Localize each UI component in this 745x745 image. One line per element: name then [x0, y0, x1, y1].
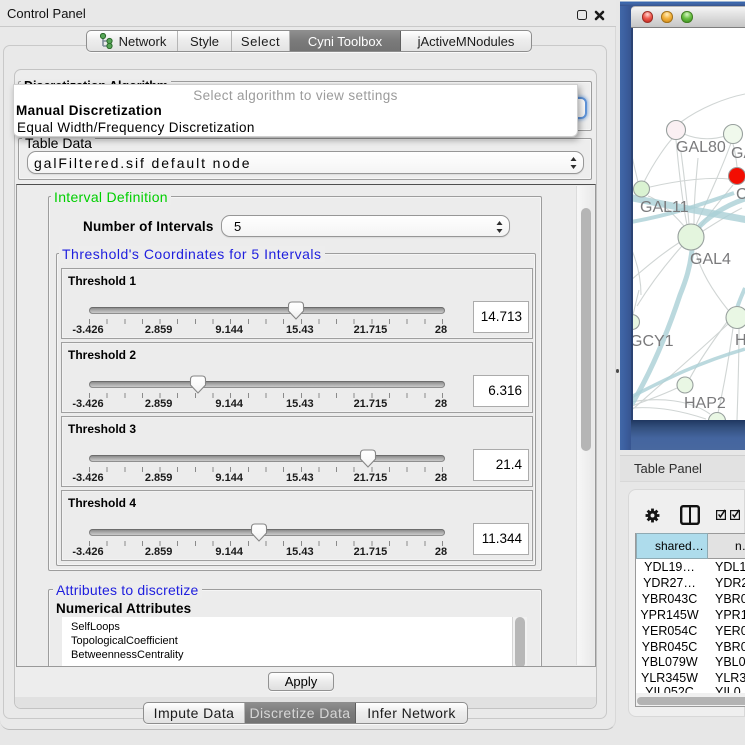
svg-text:GCY1: GCY1: [631, 333, 674, 350]
svg-text:GA: GA: [731, 145, 745, 162]
svg-text:GAL80: GAL80: [676, 139, 726, 156]
svg-text:H: H: [735, 332, 745, 349]
svg-text:HAP2: HAP2: [684, 395, 726, 412]
svg-text:GAL11: GAL11: [640, 199, 689, 216]
svg-text:C: C: [736, 186, 745, 203]
svg-text:GAL4: GAL4: [690, 251, 731, 268]
